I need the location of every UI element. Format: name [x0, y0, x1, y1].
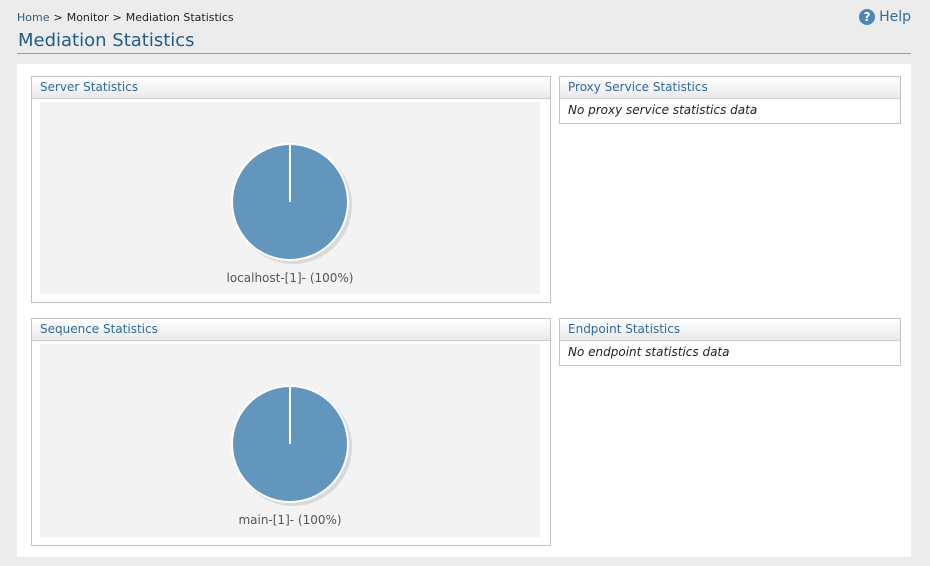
server-statistics-header: Server Statistics	[32, 77, 550, 99]
sequence-statistics-header: Sequence Statistics	[32, 319, 550, 341]
breadcrumb-separator: >	[112, 11, 122, 24]
sequence-pie-chart	[231, 385, 352, 506]
proxy-service-statistics-panel: Proxy Service Statistics No proxy servic…	[559, 76, 901, 124]
server-statistics-chart: localhost-[1]- (100%)	[40, 102, 540, 294]
breadcrumb-separator: >	[53, 11, 63, 24]
proxy-service-statistics-header: Proxy Service Statistics	[560, 77, 900, 99]
endpoint-empty-message: No endpoint statistics data	[568, 345, 730, 359]
breadcrumb-monitor: Monitor	[66, 11, 109, 24]
pie-label-localhost: localhost-[1]- (100%)	[226, 271, 354, 285]
breadcrumb: Home > Monitor > Mediation Statistics	[17, 11, 234, 24]
pie-label-main: main-[1]- (100%)	[238, 513, 342, 527]
breadcrumb-current: Mediation Statistics	[125, 11, 234, 24]
proxy-service-empty-message: No proxy service statistics data	[568, 103, 758, 117]
content-area: Server Statistics localhost-[1]- (100%) …	[17, 64, 911, 557]
breadcrumb-home-link[interactable]: Home	[17, 11, 49, 24]
sequence-statistics-chart: main-[1]- (100%)	[40, 344, 540, 537]
help-circle-icon: ?	[859, 9, 876, 25]
title-divider	[17, 53, 911, 54]
help-label: Help	[879, 9, 911, 25]
endpoint-statistics-panel: Endpoint Statistics No endpoint statisti…	[559, 318, 901, 366]
server-statistics-panel: Server Statistics localhost-[1]- (100%)	[31, 76, 551, 303]
server-pie-chart	[231, 143, 352, 264]
help-link[interactable]: ? Help	[859, 9, 911, 25]
endpoint-statistics-header: Endpoint Statistics	[560, 319, 900, 341]
sequence-statistics-panel: Sequence Statistics main-[1]- (100%)	[31, 318, 551, 546]
page-title: Mediation Statistics	[18, 30, 195, 51]
